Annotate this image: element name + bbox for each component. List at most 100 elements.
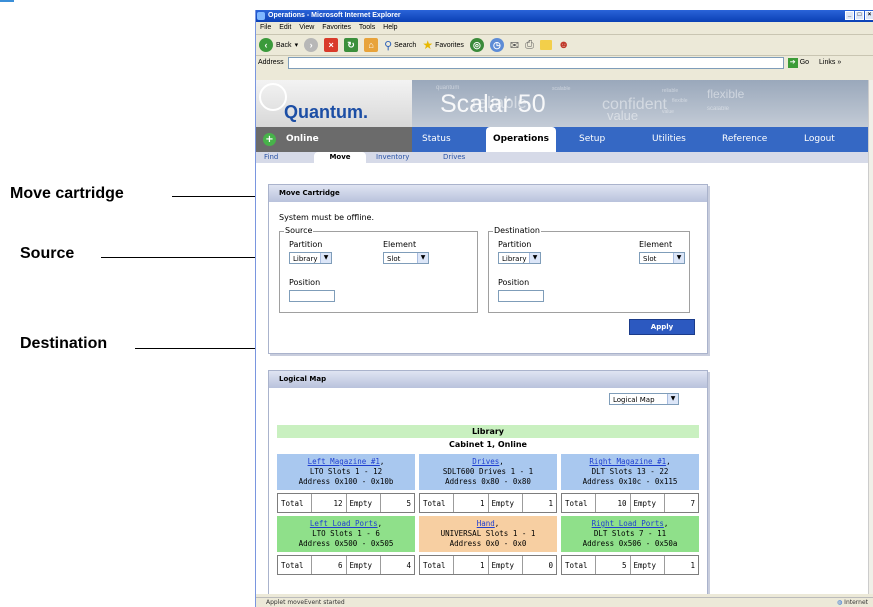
empty-label: Empty [489,494,523,512]
menu-help[interactable]: Help [383,24,397,31]
favorites-label: Favorites [435,41,464,49]
destination-position-input[interactable] [498,290,544,302]
left-magazine-link[interactable]: Left Magazine #1 [308,457,380,466]
hand-link[interactable]: Hand [477,519,495,528]
source-element-value: Slot [387,255,401,263]
source-element-select[interactable]: Slot ▼ [383,252,429,264]
nav-operations[interactable]: Operations [486,127,556,152]
links-button[interactable]: Links » [819,59,841,66]
window-title: Operations - Microsoft Internet Explorer [268,12,401,19]
minimize-button[interactable]: _ [845,11,854,20]
nav-status[interactable]: Status [422,127,451,152]
subnav-drives[interactable]: Drives [443,152,465,163]
forward-button[interactable]: › [304,38,319,52]
vertical-scrollbar[interactable] [868,80,873,594]
page-content: Quantum. reliable confident value flexib… [256,80,868,594]
menu-view[interactable]: View [299,24,314,31]
mail-button[interactable]: ✉ [510,39,519,52]
close-button[interactable]: × [865,11,873,20]
refresh-icon: ↻ [344,38,359,52]
search-icon: ⚲ [384,39,393,52]
subnav-move[interactable]: Move [314,152,366,163]
search-label: Search [394,41,417,49]
destination-partition-value: Library [502,255,527,263]
total-label: Total [562,494,597,512]
apply-button[interactable]: Apply [629,319,695,335]
chevron-down-icon: ▼ [417,253,428,263]
offline-notice: System must be offline. [279,213,375,222]
map-view-select[interactable]: Logical Map ▼ [609,393,679,405]
total-value: 6 [312,556,347,574]
messenger-button[interactable]: ☻ [558,39,570,51]
menu-favorites[interactable]: Favorites [322,24,351,31]
destination-partition-select[interactable]: Library ▼ [498,252,541,264]
history-button[interactable]: ◷ [489,38,504,52]
chevron-down-icon: ▼ [673,253,684,263]
source-fieldset: Source Partition Element Library ▼ Slot … [279,226,478,313]
destination-element-select[interactable]: Slot ▼ [639,252,685,264]
right-load-ports-link[interactable]: Right Load Ports [592,519,664,528]
totals-left-load-ports: Total 6 Empty 4 [277,555,415,575]
folder-icon [539,40,552,50]
media-button[interactable]: ◎ [469,38,484,52]
map-cell-left-magazine: Left Magazine #1, LTO Slots 1 - 12 Addre… [277,454,415,490]
totals-right-load-ports: Total 5 Empty 1 [561,555,699,575]
empty-label: Empty [347,494,381,512]
menu-edit[interactable]: Edit [279,24,291,31]
stop-icon: × [324,38,339,52]
source-legend: Source [284,226,314,235]
cell-address: Address 0x100 - 0x10b [298,477,394,486]
back-dropdown-icon[interactable]: ▾ [295,41,299,49]
go-label: Go [799,59,810,66]
total-label: Total [278,494,313,512]
online-status-icon: + [263,133,276,146]
source-position-input[interactable] [289,290,335,302]
internet-zone: ◍ Internet [837,598,868,607]
media-icon: ◎ [469,38,484,52]
home-button[interactable]: ⌂ [364,38,379,52]
address-input[interactable] [287,56,784,69]
address-label: Address [258,59,284,66]
right-magazine-link[interactable]: Right Magazine #1 [589,457,666,466]
subnav-find[interactable]: Find [264,152,278,163]
logical-map-header: Logical Map [269,371,707,388]
cell-address: Address 0x500 - 0x505 [298,539,394,548]
total-label: Total [420,556,455,574]
banner-word: scalable [552,86,571,92]
chevron-down-icon: ▼ [667,394,678,404]
destination-position-label: Position [498,278,530,287]
left-load-ports-link[interactable]: Left Load Ports [310,519,378,528]
print-button[interactable]: ⎙ [525,39,534,52]
drives-link[interactable]: Drives [472,457,499,466]
refresh-button[interactable]: ↻ [344,38,359,52]
logical-map-panel: Logical Map Logical Map ▼ Library Cabine… [268,370,708,594]
nav-setup[interactable]: Setup [579,127,605,152]
go-arrow-icon: ➔ [787,57,798,68]
search-button[interactable]: ⚲ Search [384,39,416,52]
logo-area: Quantum. [256,80,412,127]
home-icon: ⌂ [364,38,379,52]
sub-nav: Find Move Inventory Drives [256,152,868,163]
empty-label: Empty [631,556,665,574]
folder-button[interactable] [539,40,552,50]
nav-utilities[interactable]: Utilities [652,127,686,152]
menu-tools[interactable]: Tools [359,24,375,31]
source-partition-select[interactable]: Library ▼ [289,252,332,264]
ie-icon [257,12,265,20]
favorites-button[interactable]: ★ Favorites [422,38,464,52]
annotation-destination: Destination [20,335,108,352]
nav-logout[interactable]: Logout [804,127,835,152]
globe-icon: ◍ [837,599,843,606]
print-icon: ⎙ [525,38,534,51]
back-button[interactable]: ‹ Back ▾ [259,38,298,52]
total-label: Total [420,494,455,512]
subnav-inventory[interactable]: Inventory [376,152,409,163]
map-cell-right-load-ports: Right Load Ports, DLT Slots 7 - 11 Addre… [561,516,699,552]
cell-slots: DLT Slots 13 - 22 [591,467,669,476]
nav-reference[interactable]: Reference [722,127,767,152]
maximize-button[interactable]: □ [855,11,864,20]
stop-button[interactable]: × [324,38,339,52]
menu-file[interactable]: File [260,24,271,31]
go-button[interactable]: ➔ Go [787,57,810,68]
back-arrow-icon: ‹ [259,38,273,52]
